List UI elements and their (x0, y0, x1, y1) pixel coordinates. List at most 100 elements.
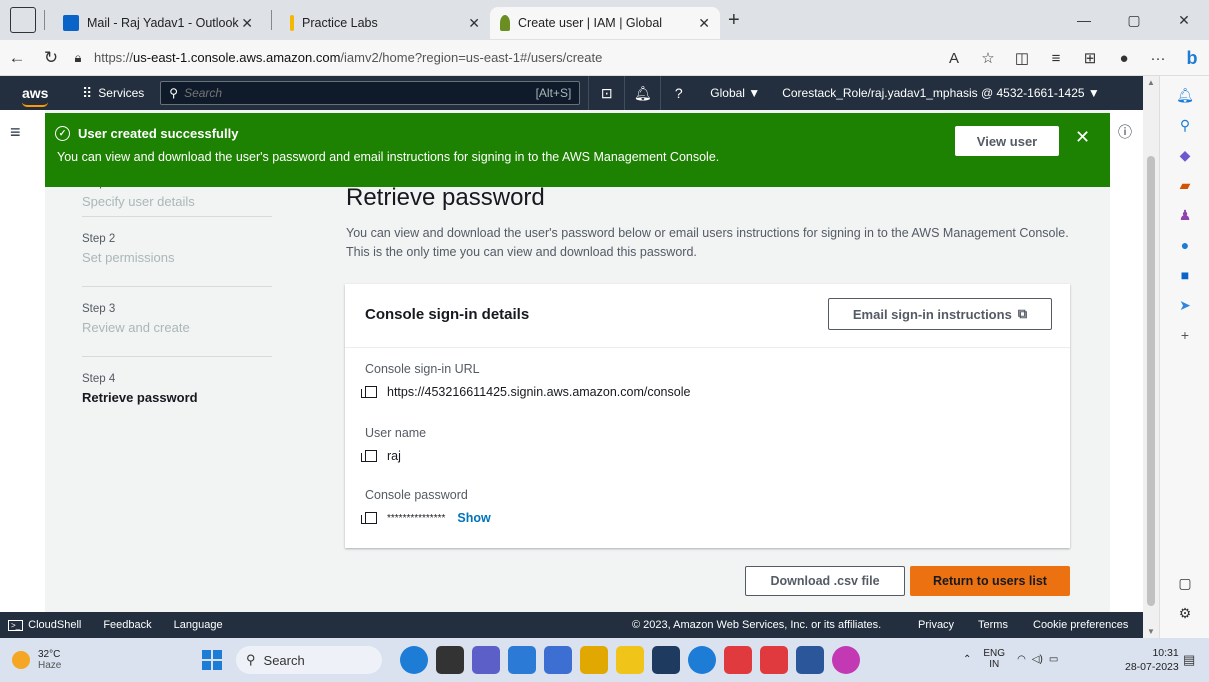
favorite-star-icon[interactable]: ☆ (971, 49, 1005, 67)
windows-start-icon[interactable] (202, 650, 222, 670)
bell-icon[interactable]: 🔔︎ (1160, 80, 1209, 110)
app-icon[interactable] (652, 646, 680, 674)
taskbar-search[interactable]: ⚲ Search (236, 646, 382, 674)
new-tab-icon[interactable]: + (728, 9, 740, 32)
teams-icon[interactable] (472, 646, 500, 674)
settings-icon[interactable]: ⚙ (1160, 598, 1209, 628)
more-icon[interactable]: ··· (1141, 50, 1175, 67)
scroll-up-icon[interactable]: ▲ (1147, 78, 1155, 87)
step-name[interactable]: Specify user details (82, 194, 272, 209)
close-icon[interactable]: ✕ (241, 15, 253, 32)
copy-icon[interactable] (361, 386, 377, 398)
bing-app-icon[interactable] (400, 646, 428, 674)
refresh-icon[interactable]: ↻ (34, 48, 68, 68)
console-footer: >_ CloudShell Feedback Language © 2023, A… (0, 612, 1143, 638)
terms-link[interactable]: Terms (978, 619, 1008, 631)
tab-actions-button[interactable] (10, 7, 36, 33)
url-field[interactable]: https://us-east-1.console.aws.amazon.com… (94, 50, 602, 65)
lock-icon[interactable]: 🔒︎ (68, 50, 88, 66)
cloudshell-link[interactable]: >_ CloudShell (8, 619, 81, 631)
copy-icon[interactable] (361, 450, 377, 462)
feedback-link[interactable]: Feedback (103, 619, 151, 631)
edge-icon[interactable] (688, 646, 716, 674)
app-icon[interactable] (760, 646, 788, 674)
privacy-link[interactable]: Privacy (918, 619, 954, 631)
account-menu[interactable]: Corestack_Role/raj.yadav1_mphasis @ 4532… (782, 86, 1100, 100)
info-icon[interactable]: ⓘ (1118, 122, 1132, 142)
file-explorer-icon[interactable] (616, 646, 644, 674)
add-icon[interactable]: + (1160, 320, 1209, 350)
notifications-icon[interactable]: 🔔︎ (624, 76, 660, 110)
close-window-icon[interactable]: ✕ (1159, 0, 1209, 40)
language-indicator[interactable]: ENG IN (983, 648, 1005, 670)
chevron-up-icon[interactable]: ⌃ (963, 654, 971, 665)
sign-in-url-text[interactable]: https://453216611425.signin.aws.amazon.c… (387, 385, 690, 399)
step-name[interactable]: Set permissions (82, 250, 272, 265)
language-link[interactable]: Language (174, 619, 223, 631)
send-icon[interactable]: ➤ (1160, 290, 1209, 320)
flash-title-text: User created successfully (78, 126, 239, 141)
split-screen-icon[interactable]: ◫ (1005, 49, 1039, 67)
app-icon[interactable] (724, 646, 752, 674)
read-aloud-icon[interactable]: A (937, 50, 971, 67)
games-icon[interactable]: ♟ (1160, 200, 1209, 230)
tools-icon[interactable]: ▰ (1160, 170, 1209, 200)
notification-icon[interactable]: ▤ (1183, 652, 1195, 668)
services-menu[interactable]: ⠿ Services (82, 85, 144, 102)
search-box[interactable]: ⚲ [Alt+S] (160, 81, 581, 105)
back-icon[interactable]: ← (0, 48, 34, 68)
edge-sidebar: 🔔︎ ⚲ ◆ ▰ ♟ ● ■ ➤ + ▢ ⚙ (1159, 76, 1209, 638)
close-icon[interactable]: ✕ (468, 15, 480, 32)
search-icon[interactable]: ⚲ (1160, 110, 1209, 140)
taskbar-search-label: Search (263, 652, 305, 668)
tab-create-user[interactable]: Create user | IAM | Global ✕ (490, 7, 720, 39)
shopping-tag-icon[interactable]: ◆ (1160, 140, 1209, 170)
scroll-down-icon[interactable]: ▼ (1147, 627, 1155, 636)
nav-icons: ⊡ 🔔︎ ? (588, 76, 696, 110)
tab-outlook[interactable]: Mail - Raj Yadav1 - Outlook ✕ (53, 7, 263, 39)
battery-icon[interactable]: ▭ (1049, 654, 1058, 665)
profile-avatar-icon[interactable]: ● (1107, 50, 1141, 67)
app-icon[interactable] (832, 646, 860, 674)
download-csv-button[interactable]: Download .csv file (745, 566, 905, 596)
clock[interactable]: 10:31 28-07-2023 (1125, 646, 1179, 674)
office-icon[interactable]: ● (1160, 230, 1209, 260)
app-icon[interactable] (580, 646, 608, 674)
view-user-button[interactable]: View user (955, 126, 1059, 156)
outlook-icon[interactable]: ■ (1160, 260, 1209, 290)
cloudshell-icon[interactable]: ⊡ (588, 76, 624, 110)
show-password-link[interactable]: Show (457, 511, 490, 525)
search-input[interactable] (184, 86, 485, 100)
region-selector[interactable]: Global ▼ (710, 86, 760, 100)
wifi-icon[interactable]: ◠ (1017, 654, 1026, 665)
step-name[interactable]: Review and create (82, 320, 272, 335)
tab-practice-labs[interactable]: Practice Labs ✕ (280, 7, 490, 39)
minimize-icon[interactable]: — (1059, 0, 1109, 40)
close-icon[interactable]: ✕ (1075, 127, 1090, 148)
bing-icon[interactable]: b (1175, 48, 1209, 69)
menu-icon[interactable]: ≡ (10, 122, 21, 143)
close-icon[interactable]: ✕ (698, 15, 710, 32)
favorites-icon[interactable]: ≡ (1039, 50, 1073, 67)
password-value: *************** Show (361, 511, 491, 525)
sidebar-toggle-icon[interactable]: ▢ (1160, 568, 1209, 598)
app-icon[interactable] (544, 646, 572, 674)
window-controls: — ▢ ✕ (1059, 0, 1209, 40)
return-to-users-button[interactable]: Return to users list (910, 566, 1070, 596)
restore-icon[interactable]: ▢ (1109, 0, 1159, 40)
weather-widget[interactable]: 32°C Haze (12, 649, 61, 671)
scroll-thumb[interactable] (1147, 156, 1155, 606)
lang-region: IN (989, 659, 1000, 670)
sign-in-url-value: https://453216611425.signin.aws.amazon.c… (361, 385, 690, 399)
task-view-icon[interactable] (436, 646, 464, 674)
collections-icon[interactable]: ⊞ (1073, 49, 1107, 67)
copy-icon[interactable] (361, 512, 377, 524)
page-scrollbar[interactable]: ▲ ▼ (1143, 76, 1159, 638)
email-sign-in-button[interactable]: Email sign-in instructions ⧉ (828, 298, 1052, 330)
cookie-preferences-link[interactable]: Cookie preferences (1033, 619, 1128, 631)
help-icon[interactable]: ? (660, 76, 696, 110)
aws-logo[interactable]: aws (22, 85, 72, 107)
volume-icon[interactable]: ◁) (1032, 654, 1043, 665)
word-icon[interactable] (796, 646, 824, 674)
mail-app-icon[interactable] (508, 646, 536, 674)
